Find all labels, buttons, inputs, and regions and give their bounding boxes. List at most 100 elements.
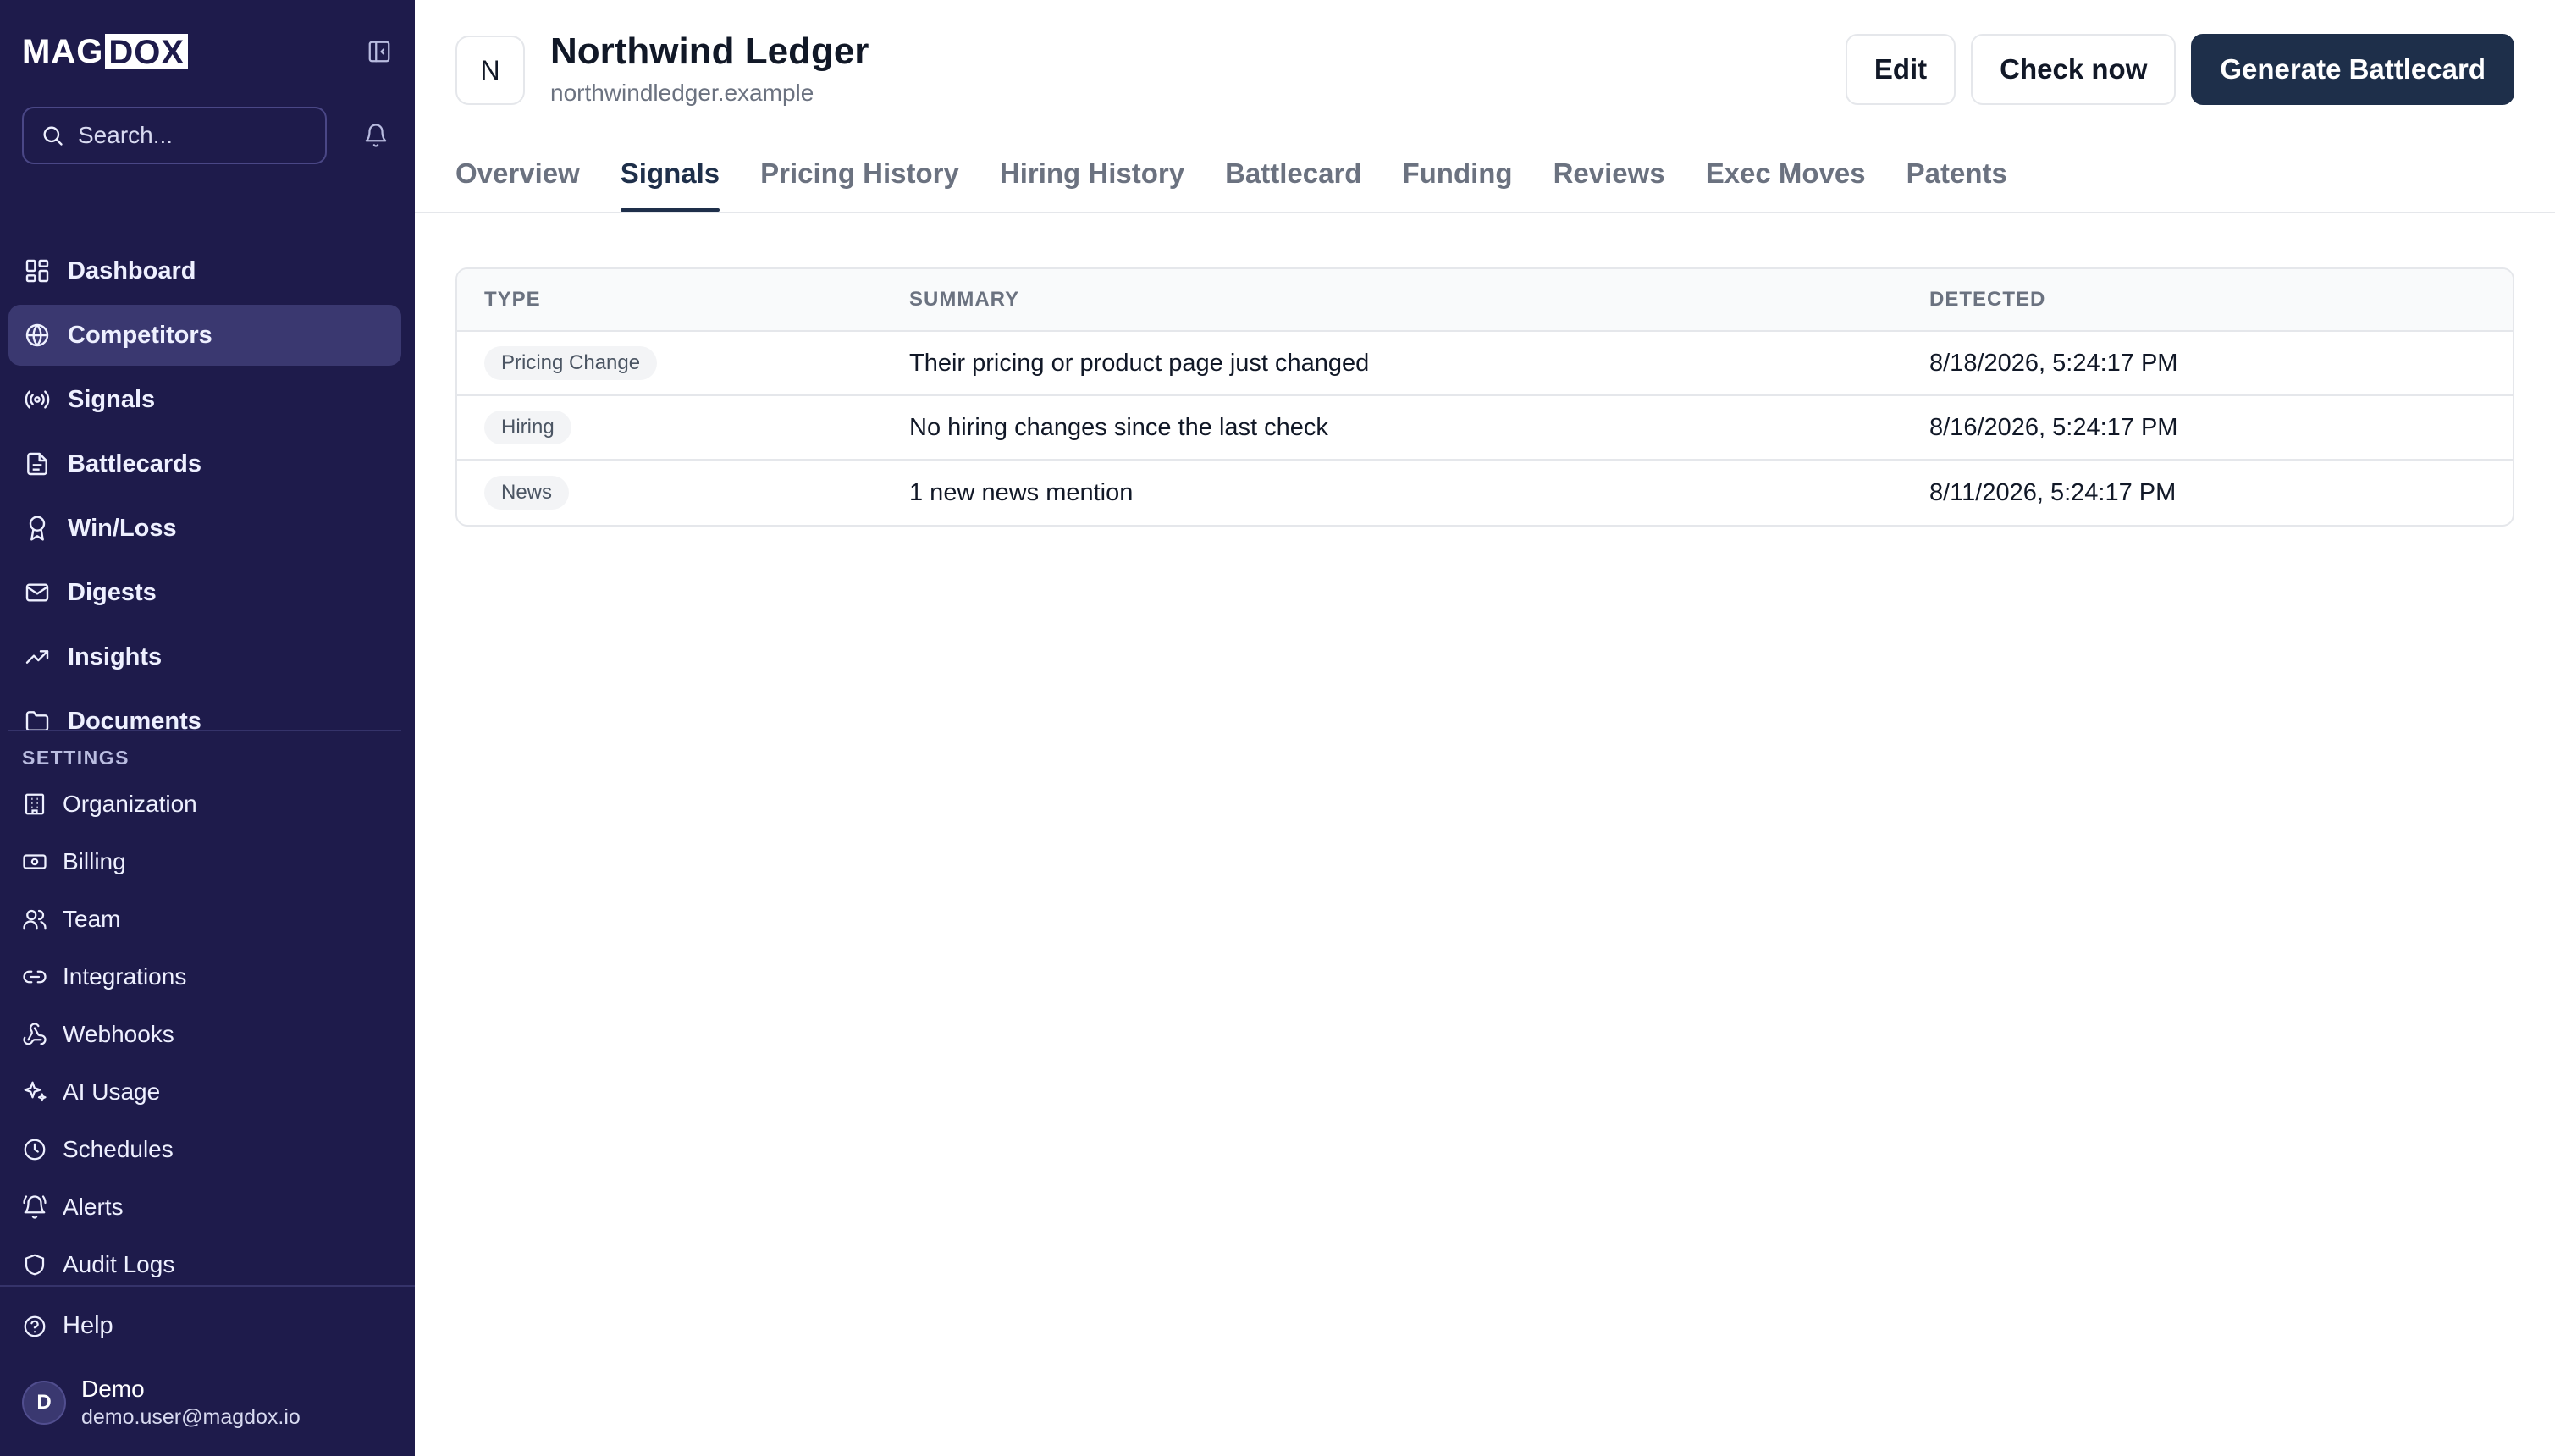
settings-item-integrations[interactable]: Integrations [8,950,401,1004]
main-content: N Northwind Ledger northwindledger.examp… [415,0,2555,1456]
clock-icon [24,1139,46,1161]
mail-icon [25,583,49,602]
settings-item-schedules[interactable]: Schedules [8,1122,401,1177]
tab-signals[interactable]: Signals [620,152,720,212]
bell-ring-icon [23,1195,47,1219]
help-circle-icon [24,1315,46,1337]
summary-cell: 1 new news mention [909,478,1134,506]
nav-item-dashboard[interactable]: Dashboard [8,240,401,301]
tab-pricing-history[interactable]: Pricing History [760,152,959,212]
award-icon [29,516,46,541]
webhook-icon [23,1023,47,1045]
radio-icon [25,390,50,409]
tab-battlecard[interactable]: Battlecard [1225,152,1361,212]
sidebar-footer: Help D Demo demo.user@magdox.io [0,1285,415,1456]
nav-item-digests[interactable]: Digests [8,562,401,623]
settings-item-billing[interactable]: Billing [8,835,401,889]
notifications-button[interactable] [359,119,393,152]
type-cell: Hiring [457,411,909,444]
settings-item-label: Webhooks [63,1021,174,1047]
file-text-icon [27,452,47,476]
brand-logo-part2: DOX [105,34,189,69]
settings-item-label: Alerts [63,1194,124,1220]
company-domain: northwindledger.example [550,80,814,106]
nav-item-label: Battlecards [68,449,201,477]
nav-item-label: Competitors [68,321,212,349]
settings-item-label: Schedules [63,1136,174,1162]
header-actions: Edit Check now Generate Battlecard [1845,34,2514,105]
settings-item-label: Audit Logs [63,1251,175,1277]
dashboard-icon [25,259,49,283]
building-icon [25,793,45,815]
user-name: Demo [81,1376,145,1402]
sidebar-divider [8,730,401,731]
company-header: N Northwind Ledger northwindledger.examp… [455,30,2514,115]
search-box[interactable] [22,107,327,164]
user-info: Demo demo.user@magdox.io [81,1375,301,1431]
settings-item-audit-logs[interactable]: Audit Logs [8,1238,401,1292]
trending-up-icon [25,650,49,664]
nav-item-insights[interactable]: Insights [8,626,401,687]
settings-item-webhooks[interactable]: Webhooks [8,1007,401,1062]
type-cell: News [457,476,909,510]
page-title: Northwind Ledger [550,30,869,72]
help-label: Help [63,1312,113,1339]
nav-item-label: Dashboard [68,256,196,284]
link-icon [23,970,47,984]
settings-item-label: Billing [63,848,126,874]
nav-item-signals[interactable]: Signals [8,369,401,430]
detected-cell: 8/16/2026, 5:24:17 PM [1929,413,2178,441]
table-row[interactable]: Pricing Change Their pricing or product … [457,332,2513,396]
settings-item-alerts[interactable]: Alerts [8,1180,401,1234]
settings-nav: Organization Billing Team Integrations W… [8,777,401,1295]
table-row[interactable]: Hiring No hiring changes since the last … [457,396,2513,461]
settings-item-team[interactable]: Team [8,892,401,946]
collapse-sidebar-button[interactable] [366,38,393,65]
brand-logo-part1: MAG [22,32,104,70]
search-icon [43,126,63,146]
settings-item-label: AI Usage [63,1078,161,1105]
tabs-divider [415,212,2555,213]
brand-logo[interactable]: MAG DOX [22,32,189,71]
globe-icon [25,323,49,347]
settings-item-organization[interactable]: Organization [8,777,401,831]
tab-hiring-history[interactable]: Hiring History [1000,152,1184,212]
user-email: demo.user@magdox.io [81,1405,301,1429]
detected-cell: 8/11/2026, 5:24:17 PM [1929,478,2177,506]
banknote-icon [23,854,47,869]
tab-funding[interactable]: Funding [1402,152,1512,212]
settings-item-label: Integrations [63,963,187,990]
nav-item-win-loss[interactable]: Win/Loss [8,498,401,559]
settings-item-ai-usage[interactable]: AI Usage [8,1065,401,1119]
nav-item-competitors[interactable]: Competitors [8,305,401,366]
user-menu[interactable]: D Demo demo.user@magdox.io [22,1375,301,1431]
generate-battlecard-button[interactable]: Generate Battlecard [2191,34,2514,105]
tab-exec-moves[interactable]: Exec Moves [1706,152,1866,212]
tab-overview[interactable]: Overview [455,152,580,212]
tab-reviews[interactable]: Reviews [1553,152,1665,212]
signal-type-badge: News [484,476,570,510]
nav-item-label: Insights [68,643,163,670]
search-input[interactable] [78,122,315,149]
shield-icon [25,1254,45,1276]
edit-button[interactable]: Edit [1845,34,1956,105]
panel-left-icon [368,41,390,63]
company-tabs: Overview Signals Pricing History Hiring … [455,152,2555,213]
summary-cell: Their pricing or product page just chang… [909,349,1370,377]
nav-item-documents[interactable]: Documents [8,691,401,752]
logo-row: MAG DOX [22,30,393,73]
nav-item-label: Digests [68,578,157,606]
sidebar: MAG DOX Dashboard Competitors Signals [0,0,415,1456]
detected-cell: 8/18/2026, 5:24:17 PM [1929,349,2178,377]
tab-patents[interactable]: Patents [1907,152,2007,212]
avatar: D [22,1381,66,1425]
signal-type-badge: Pricing Change [484,346,658,380]
nav-item-battlecards[interactable]: Battlecards [8,433,401,494]
settings-item-label: Organization [63,791,197,817]
help-link[interactable]: Help [22,1312,113,1340]
type-cell: Pricing Change [457,346,909,380]
check-now-button[interactable]: Check now [1971,34,2177,105]
table-row[interactable]: News 1 new news mention 8/11/2026, 5:24:… [457,461,2513,525]
table-header: TYPE SUMMARY DETECTED [457,269,2513,332]
column-header-summary: SUMMARY [909,288,1020,311]
